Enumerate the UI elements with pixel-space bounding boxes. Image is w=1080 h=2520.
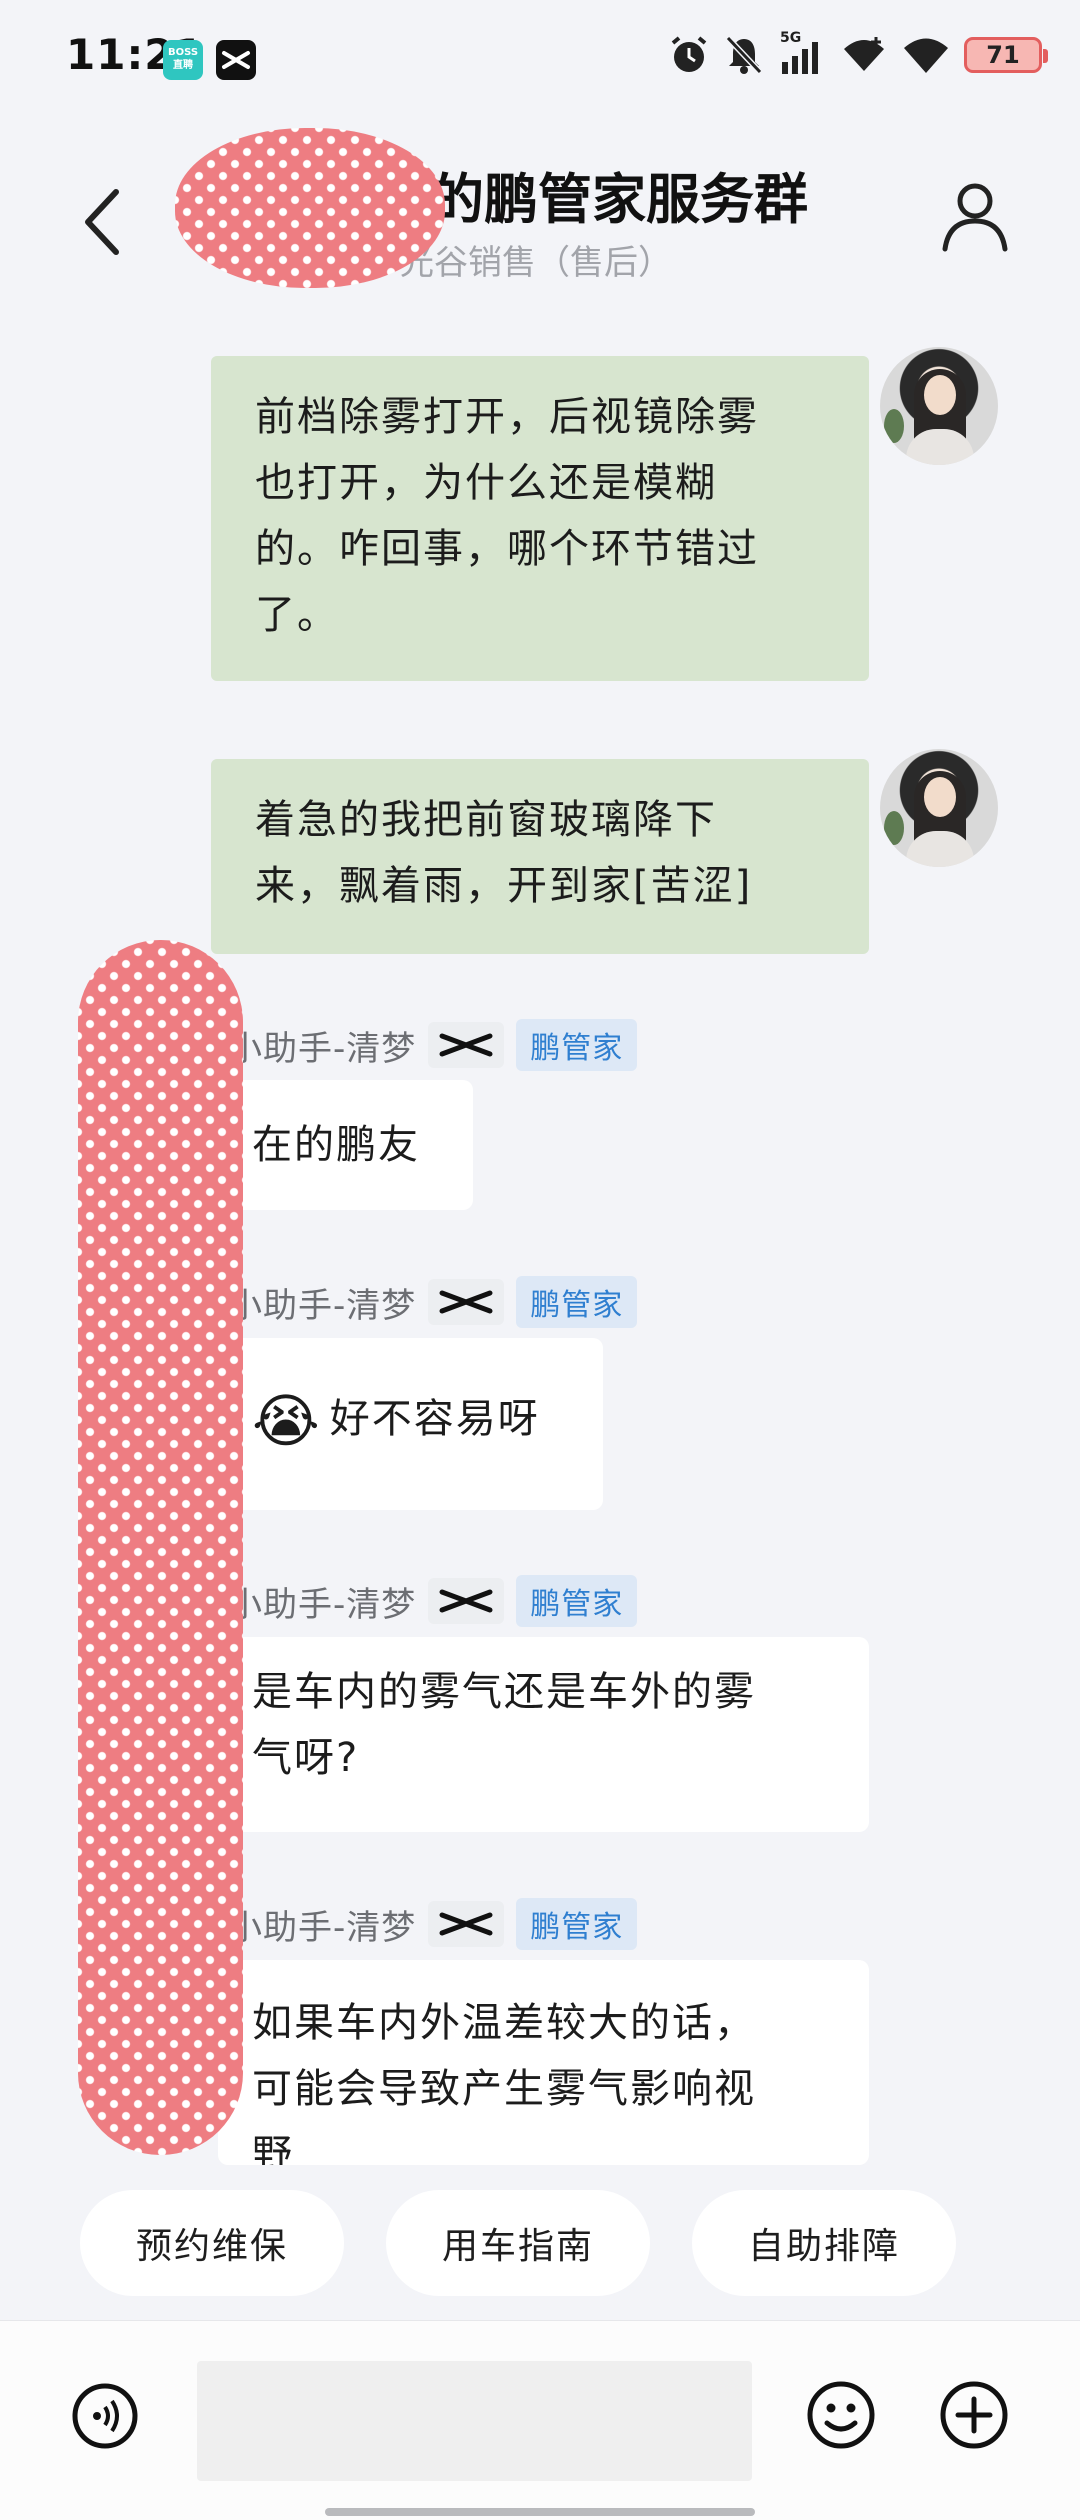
group-members-button[interactable] [935,175,1015,255]
redaction-mark-title [175,128,445,288]
message-input[interactable] [197,2361,752,2481]
sender-row: 小助手-清梦 鹏管家 [228,1574,638,1628]
sender-name: 小助手-清梦 [228,1907,417,1948]
message-bubble-received[interactable]: 😭 好不容易呀 [218,1338,603,1510]
sender-name: 小助手-清梦 [228,1028,417,1069]
boss-app-icon: BOSS 直聘 [163,40,203,80]
signal-icon: 5G [778,30,826,76]
xpeng-logo-icon [428,1901,505,1947]
sender-name: 小助手-清梦 [228,1285,417,1326]
input-bar [0,2320,1080,2520]
user-avatar[interactable] [880,347,998,465]
xpeng-app-icon [216,40,256,80]
redaction-mark-avatars [78,940,243,2155]
xpeng-logo-icon [428,1578,505,1624]
quick-action-maintenance[interactable]: 预约维保 [80,2190,344,2296]
role-tag: 鹏管家 [516,1898,638,1950]
mute-bell-icon [725,35,763,75]
message-text: 好不容易呀 [329,1396,540,1442]
status-bar: 11:21 BOSS 直聘 5G 71 [0,0,1080,110]
crying-emoji-icon: 😭 [252,1387,322,1455]
smiley-icon[interactable] [805,2379,877,2451]
sender-row: 小助手-清梦 鹏管家 [228,1897,638,1951]
back-button[interactable] [70,182,140,262]
status-icons: 5G 71 [668,30,1048,80]
quick-action-guide[interactable]: 用车指南 [386,2190,650,2296]
message-bubble-sent[interactable]: 着急的我把前窗玻璃降下 来，飘着雨，开到家[苦涩] [211,759,869,954]
role-tag: 鹏管家 [516,1575,638,1627]
battery-icon: 71 [964,37,1048,73]
alarm-icon [671,36,707,72]
quick-actions: 预约维保 用车指南 自助排障 [80,2190,956,2296]
sender-row: 小助手-清梦 鹏管家 [228,1275,638,1329]
home-indicator[interactable] [325,2508,755,2516]
wifi-plus-icon [844,37,884,71]
voice-icon[interactable] [70,2381,140,2451]
role-tag: 鹏管家 [516,1276,638,1328]
xpeng-logo-icon [428,1279,505,1325]
message-bubble-received[interactable]: 是车内的雾气还是车外的雾 气呀? [218,1637,869,1832]
chat-title: 的鹏管家服务群 [430,168,808,231]
chat-header: 的鹏管家服务群 光谷销售（售后） [0,110,1080,310]
message-bubble-received[interactable]: 在的鹏友 [218,1080,473,1210]
quick-action-troubleshoot[interactable]: 自助排障 [692,2190,956,2296]
wifi-icon [904,38,948,73]
xpeng-logo-icon [428,1022,505,1068]
message-bubble-received[interactable]: 如果车内外温差较大的话， 可能会导致产生雾气影响视 野 [218,1960,869,2165]
user-avatar[interactable] [880,749,998,867]
sender-name: 小助手-清梦 [228,1584,417,1625]
message-bubble-sent[interactable]: 前档除雾打开，后视镜除雾 也打开，为什么还是模糊 的。咋回事，哪个环节错过 了。 [211,356,869,681]
network-type: 5G [780,30,802,46]
sender-row: 小助手-清梦 鹏管家 [228,1018,638,1072]
role-tag: 鹏管家 [516,1019,638,1071]
plus-circle-icon[interactable] [938,2379,1010,2451]
chat-subtitle: 光谷销售（售后） [400,243,672,283]
